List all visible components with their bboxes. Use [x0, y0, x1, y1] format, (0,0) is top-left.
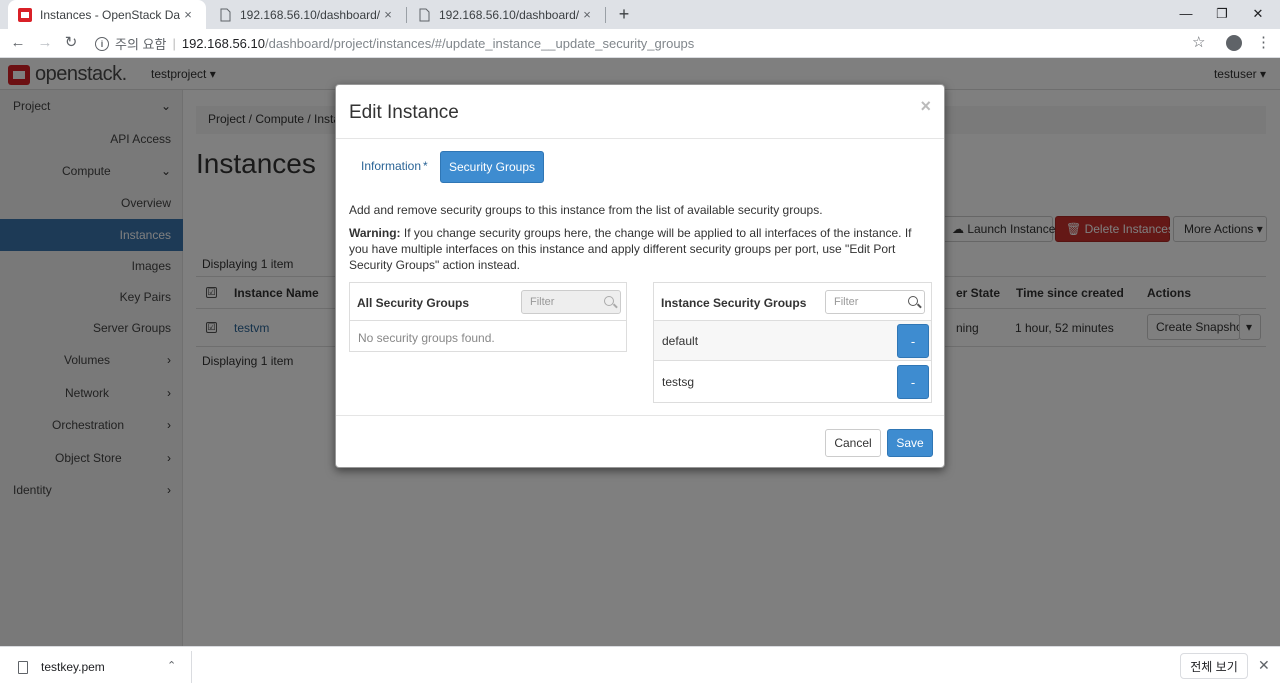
download-file-name: testkey.pem	[41, 660, 105, 674]
panel-header: Instance Security Groups Filter	[654, 283, 931, 321]
security-group-name: default	[662, 334, 699, 348]
instance-groups-filter-input[interactable]: Filter	[825, 290, 925, 314]
modal-title: Edit Instance	[349, 102, 459, 123]
reload-button[interactable]: ↻	[61, 33, 81, 53]
tab-security-groups[interactable]: Security Groups	[440, 151, 544, 183]
search-icon	[604, 296, 614, 306]
browser-tab[interactable]: 192.168.56.10/dashboard/project ×	[208, 0, 406, 29]
panel-header: All Security Groups Filter	[350, 283, 626, 321]
required-mark: *	[423, 159, 428, 173]
browser-tab-strip: Instances - OpenStack Dashboard × 192.16…	[0, 0, 1280, 29]
minimize-button[interactable]: —	[1168, 0, 1204, 29]
panel-heading: All Security Groups	[357, 296, 470, 310]
panel-heading: Instance Security Groups	[661, 296, 807, 310]
list-item: testsg -	[654, 362, 931, 402]
browser-tab-title: 192.168.56.10/dashboard/project	[240, 7, 380, 22]
edit-instance-modal: Edit Instance × Information * Security Gr…	[335, 84, 945, 468]
window-close-button[interactable]: ✕	[1240, 0, 1276, 29]
all-groups-filter-input[interactable]: Filter	[521, 290, 621, 314]
back-button[interactable]: ←	[8, 33, 28, 53]
url-host: 192.168.56.10	[181, 36, 265, 51]
instance-security-groups-panel: Instance Security Groups Filter default …	[653, 282, 932, 403]
new-tab-button[interactable]: +	[615, 4, 633, 24]
empty-message: No security groups found.	[358, 331, 495, 345]
browser-tab-title: 192.168.56.10/dashboard/project	[439, 7, 579, 22]
browser-menu-icon[interactable]: ⋮	[1256, 33, 1271, 51]
show-all-downloads-button[interactable]: 전체 보기	[1180, 653, 1248, 679]
download-divider	[191, 651, 192, 683]
security-warning: 주의 요함	[115, 37, 167, 52]
modal-close-icon[interactable]: ×	[920, 96, 931, 117]
cancel-button[interactable]: Cancel	[825, 429, 881, 457]
browser-toolbar: ← → ↻ i 주의 요함 | 192.168.56.10/dashboard/…	[0, 29, 1280, 58]
tab-information-label: Information	[361, 159, 422, 173]
account-icon[interactable]	[1226, 35, 1242, 51]
close-download-bar-icon[interactable]: ✕	[1258, 657, 1270, 674]
remove-group-button[interactable]: -	[897, 365, 929, 399]
openstack-favicon-icon	[18, 7, 32, 22]
tab-information[interactable]: Information *	[361, 159, 428, 173]
tab-close-icon[interactable]: ×	[579, 7, 595, 22]
tab-divider	[605, 7, 606, 23]
browser-tab-title: Instances - OpenStack Dashboard	[40, 7, 180, 22]
all-security-groups-panel: All Security Groups Filter No security g…	[349, 282, 627, 352]
address-bar[interactable]: i 주의 요함 | 192.168.56.10/dashboard/projec…	[92, 31, 1218, 56]
page-icon	[220, 8, 231, 21]
forward-button[interactable]: →	[35, 33, 55, 53]
maximize-button[interactable]: ❐	[1204, 0, 1240, 29]
tab-close-icon[interactable]: ×	[380, 7, 396, 22]
url-path: /dashboard/project/instances/#/update_in…	[264, 36, 695, 51]
download-item[interactable]: testkey.pem	[18, 660, 105, 674]
security-group-name: testsg	[662, 375, 695, 389]
download-options-icon[interactable]: ⌃	[167, 659, 176, 672]
page-icon	[419, 8, 430, 21]
list-item: default -	[654, 321, 931, 361]
modal-header-divider	[336, 138, 944, 139]
bookmark-star-icon[interactable]: ☆	[1192, 33, 1205, 51]
download-bar: testkey.pem ⌃ 전체 보기 ✕	[0, 646, 1280, 686]
info-icon[interactable]: i	[95, 36, 109, 51]
file-icon	[18, 660, 28, 674]
filter-placeholder: Filter	[530, 296, 555, 308]
modal-description: Add and remove security groups to this i…	[349, 203, 823, 217]
modal-footer-divider	[336, 415, 944, 416]
warning-text: If you change security groups here, the …	[349, 226, 912, 272]
modal-warning: Warning: If you change security groups h…	[349, 225, 929, 273]
warning-label: Warning:	[349, 226, 401, 240]
browser-tab[interactable]: 192.168.56.10/dashboard/project ×	[407, 0, 605, 29]
search-icon	[908, 296, 918, 306]
address-divider: |	[172, 36, 176, 51]
tab-close-icon[interactable]: ×	[180, 7, 196, 22]
remove-group-button[interactable]: -	[897, 324, 929, 358]
browser-tab-active[interactable]: Instances - OpenStack Dashboard ×	[8, 0, 206, 29]
save-button[interactable]: Save	[887, 429, 933, 457]
filter-placeholder: Filter	[834, 296, 859, 308]
